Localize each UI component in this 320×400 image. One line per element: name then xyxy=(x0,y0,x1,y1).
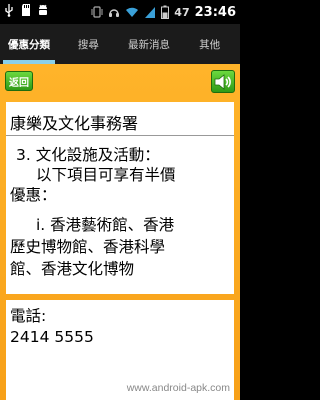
text-line: 以下項目可享有半價 xyxy=(36,166,176,184)
battery-icon xyxy=(161,5,170,19)
status-bar: 47 23:46 xyxy=(0,0,240,24)
text-line: 館、香港文化博物 xyxy=(10,260,135,278)
sd-card-icon xyxy=(22,4,30,16)
battery-percent: 47 xyxy=(174,5,190,19)
text-line: i. 香港藝術館、香港 xyxy=(36,216,175,234)
clock: 23:46 xyxy=(194,4,236,20)
text-line: 3. 文化設施及活動： xyxy=(16,146,160,164)
contact-box: 電話: 2414 5555 www.android-apk.com xyxy=(6,300,234,400)
tab-search[interactable]: 搜尋 xyxy=(58,24,119,64)
tab-bar: 優惠分類 搜尋 最新消息 其他 xyxy=(0,24,240,64)
text-line: 歷史博物館、香港科學 xyxy=(10,238,166,256)
text-line: 優惠： xyxy=(10,186,57,204)
tab-categories[interactable]: 優惠分類 xyxy=(0,24,58,64)
phone-label: 電話: xyxy=(10,307,47,325)
vibrate-icon xyxy=(91,6,103,18)
tab-others[interactable]: 其他 xyxy=(179,24,240,64)
phone-number[interactable]: 2414 5555 xyxy=(10,328,94,346)
headset-icon xyxy=(109,9,120,17)
android-debug-icon xyxy=(39,4,47,15)
signal-icon xyxy=(145,7,156,18)
department-title: 康樂及文化事務署 xyxy=(10,114,139,133)
back-button[interactable]: 返回 xyxy=(5,71,33,91)
speaker-button[interactable] xyxy=(211,70,235,93)
description-box[interactable]: 康樂及文化事務署 3. 文化設施及活動： 以下項目可享有半價 優惠： i. 香港… xyxy=(6,102,234,294)
description-text: 3. 文化設施及活動： 以下項目可享有半價 優惠： i. 香港藝術館、香港 歷史… xyxy=(6,135,234,278)
usb-icon xyxy=(5,4,13,17)
wifi-icon xyxy=(126,7,139,17)
watermark: www.android-apk.com xyxy=(126,382,230,394)
tab-latest-news[interactable]: 最新消息 xyxy=(119,24,180,64)
speaker-icon xyxy=(214,73,231,90)
